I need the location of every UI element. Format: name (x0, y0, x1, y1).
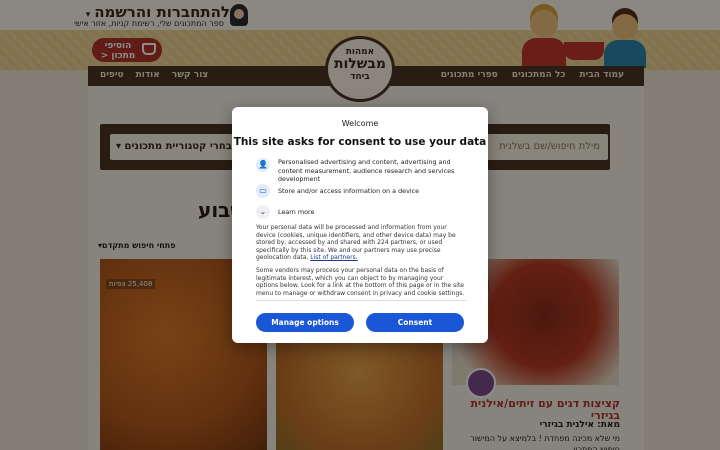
purpose-device-storage: ▭ Store and/or access information on a d… (256, 184, 466, 198)
consent-paragraph-1: Your personal data will be processed and… (256, 224, 466, 262)
purpose-personalised: 👤 Personalised advertising and content, … (256, 158, 466, 184)
chevron-down-icon: ⌄ (256, 205, 270, 219)
purpose-text: Personalised advertising and content, ad… (278, 158, 455, 184)
consent-button[interactable]: Consent (366, 313, 464, 332)
partners-link[interactable]: List of partners. (310, 254, 357, 261)
device-icon: ▭ (256, 184, 270, 198)
consent-welcome: Welcome (341, 119, 379, 128)
person-icon: 👤 (256, 158, 270, 172)
learn-more-label: Learn more (278, 208, 315, 216)
consent-dialog: Welcome This site asks for consent to us… (232, 107, 488, 343)
consent-body: Your personal data will be processed and… (256, 224, 466, 297)
manage-options-button[interactable]: Manage options (256, 313, 354, 332)
consent-title: This site asks for consent to use your d… (233, 136, 487, 148)
purpose-text: Store and/or access information on a dev… (278, 187, 420, 195)
consent-paragraph-2: Some vendors may process your personal d… (256, 266, 465, 297)
learn-more-toggle[interactable]: ⌄ Learn more (256, 205, 466, 219)
dialog-divider (256, 300, 466, 301)
